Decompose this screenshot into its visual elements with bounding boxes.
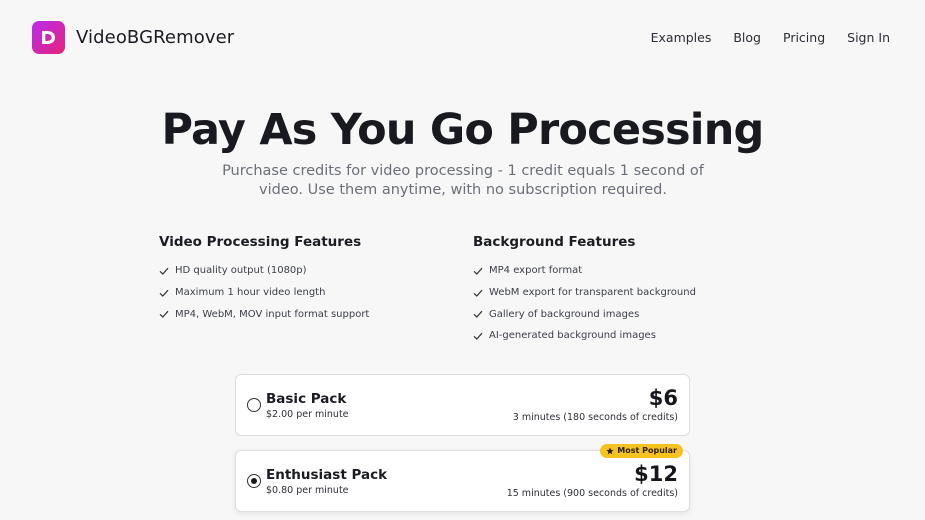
check-icon <box>473 311 483 319</box>
nav-link-sign-in[interactable]: Sign In <box>847 29 890 47</box>
check-icon <box>473 289 483 297</box>
star-icon <box>606 447 614 455</box>
feature-item: MP4 export format <box>473 260 773 282</box>
radio-selected-dot <box>250 477 257 484</box>
feature-item: Maximum 1 hour video length <box>159 282 439 304</box>
logo-mark-icon <box>42 31 55 44</box>
nav-link-examples[interactable]: Examples <box>651 29 712 47</box>
radio-icon[interactable] <box>247 398 261 412</box>
check-icon <box>473 332 483 340</box>
background-features-section: Background Features MP4 export format We… <box>473 233 773 347</box>
feature-item: Gallery of background images <box>473 303 773 325</box>
video-features-section: Video Processing Features HD quality out… <box>159 233 439 325</box>
pack-price: $6 <box>648 386 678 410</box>
page-subtitle: Purchase credits for video processing - … <box>222 163 704 198</box>
badge-label: Most Popular <box>617 446 677 455</box>
feature-label: Gallery of background images <box>489 308 640 320</box>
pack-price: $12 <box>634 462 678 486</box>
most-popular-badge: Most Popular <box>600 444 683 458</box>
feature-item: MP4, WebM, MOV input format support <box>159 303 439 325</box>
radio-icon[interactable] <box>247 474 261 488</box>
background-features-title: Background Features <box>473 234 636 250</box>
feature-item: HD quality output (1080p) <box>159 260 439 282</box>
pack-name: Enthusiast Pack <box>266 467 388 483</box>
feature-label: Maximum 1 hour video length <box>175 287 326 299</box>
page-title: Pay As You Go Processing <box>161 105 764 155</box>
feature-label: HD quality output (1080p) <box>175 265 307 277</box>
check-icon <box>159 289 169 297</box>
nav-link-pricing[interactable]: Pricing <box>783 29 825 47</box>
feature-label: WebM export for transparent background <box>489 287 696 299</box>
feature-label: MP4 export format <box>489 265 583 277</box>
video-features-list: HD quality output (1080p) Maximum 1 hour… <box>159 260 439 325</box>
check-icon <box>159 311 169 319</box>
pack-rate: $0.80 per minute <box>266 485 349 496</box>
pack-credits: 3 minutes (180 seconds of credits) <box>512 412 678 423</box>
check-icon <box>159 267 169 275</box>
pack-rate: $2.00 per minute <box>266 409 349 420</box>
nav-link-blog[interactable]: Blog <box>733 29 761 47</box>
feature-item: AI-generated background images <box>473 325 773 347</box>
pack-credits: 15 minutes (900 seconds of credits) <box>506 488 678 499</box>
video-features-title: Video Processing Features <box>159 234 362 250</box>
pack-name: Basic Pack <box>266 391 347 407</box>
pack-option-basic[interactable]: Basic Pack $2.00 per minute $6 3 minutes… <box>235 374 690 436</box>
check-icon <box>473 267 483 275</box>
brand-name[interactable]: VideoBGRemover <box>76 26 234 50</box>
feature-label: MP4, WebM, MOV input format support <box>175 308 370 320</box>
brand-logo-icon[interactable] <box>32 21 65 54</box>
feature-item: WebM export for transparent background <box>473 282 773 304</box>
main-nav: Examples Blog Pricing Sign In <box>651 29 890 47</box>
background-features-list: MP4 export format WebM export for transp… <box>473 260 773 347</box>
site-header: VideoBGRemover Examples Blog Pricing Sig… <box>0 0 925 76</box>
feature-label: AI-generated background images <box>489 330 656 342</box>
pack-option-enthusiast[interactable]: Most Popular Enthusiast Pack $0.80 per m… <box>235 444 690 512</box>
